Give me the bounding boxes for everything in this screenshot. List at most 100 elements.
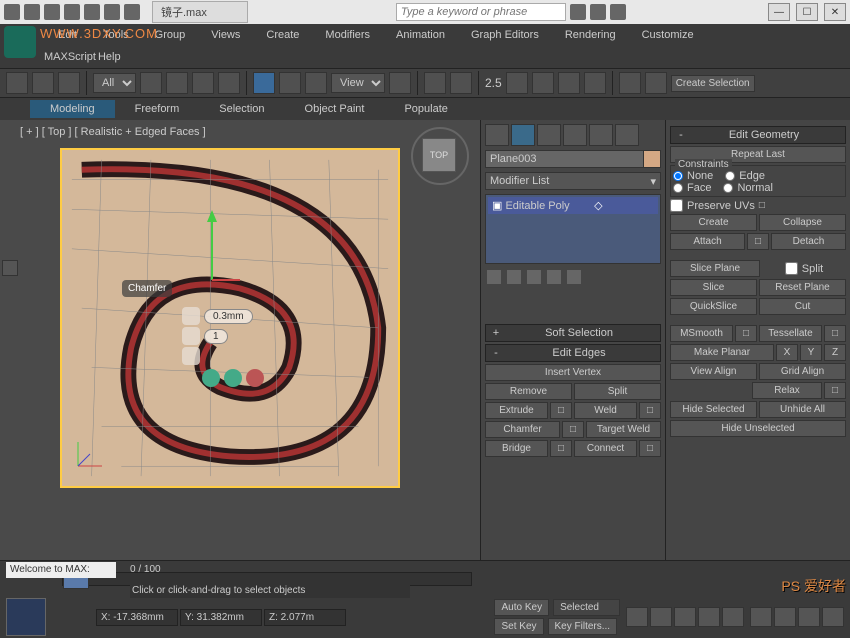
nav-zoom-icon[interactable] [750, 607, 772, 627]
window-crossing-icon[interactable] [218, 72, 240, 94]
configure-sets-icon[interactable] [567, 270, 581, 284]
angle-snap-icon[interactable] [532, 72, 554, 94]
help-icon[interactable] [590, 4, 606, 20]
menu-create[interactable]: Create [254, 26, 311, 44]
motion-tab-icon[interactable] [563, 124, 587, 146]
chamfer-button[interactable]: Chamfer [485, 421, 560, 438]
goto-end-icon[interactable] [722, 607, 744, 627]
reset-plane-button[interactable]: Reset Plane [759, 279, 846, 296]
split-button[interactable]: Split [574, 383, 661, 400]
maximize-button[interactable]: ☐ [796, 3, 818, 21]
snap-toggle-icon[interactable] [506, 72, 528, 94]
coord-y[interactable]: Y: 31.382mm [180, 609, 262, 626]
prev-frame-icon[interactable] [650, 607, 672, 627]
remove-modifier-icon[interactable] [547, 270, 561, 284]
tab-populate[interactable]: Populate [384, 100, 467, 118]
weld-button[interactable]: Weld [574, 402, 637, 419]
modifier-list-dropdown[interactable]: Modifier List▾ [485, 172, 661, 190]
grid-align-button[interactable]: Grid Align [759, 363, 846, 380]
ref-coord-system[interactable]: View [331, 73, 385, 93]
close-button[interactable]: ✕ [824, 3, 846, 21]
save-icon[interactable] [64, 4, 80, 20]
goto-start-icon[interactable] [626, 607, 648, 627]
detach-button[interactable]: Detach [771, 233, 846, 250]
viewcube[interactable]: TOP [410, 126, 470, 186]
viewcube-face[interactable]: TOP [422, 138, 456, 172]
nav-pan-icon[interactable] [774, 607, 796, 627]
constraint-normal[interactable]: Normal [723, 182, 772, 194]
cut-button[interactable]: Cut [759, 298, 846, 315]
tessellate-settings-icon[interactable]: □ [824, 325, 846, 342]
show-end-result-icon[interactable] [507, 270, 521, 284]
search-input[interactable] [396, 3, 566, 21]
open-icon[interactable] [44, 4, 60, 20]
attach-button[interactable]: Attach [670, 233, 745, 250]
attach-list-icon[interactable]: □ [747, 233, 769, 250]
slice-plane-button[interactable]: Slice Plane [670, 260, 760, 277]
app-logo-icon[interactable] [4, 26, 36, 58]
mirror-icon[interactable] [645, 72, 667, 94]
extrude-button[interactable]: Extrude [485, 402, 548, 419]
move-tool-icon[interactable] [253, 72, 275, 94]
constraint-none[interactable]: None [673, 170, 713, 182]
connect-settings-icon[interactable]: □ [639, 440, 661, 457]
preserve-uvs-checkbox[interactable]: Preserve UVs □ [670, 199, 846, 212]
constraint-face[interactable]: Face [673, 182, 711, 194]
connect-button[interactable]: Connect [574, 440, 637, 457]
caddy-cancel-icon[interactable] [246, 369, 264, 387]
bridge-settings-icon[interactable]: □ [550, 440, 572, 457]
caddy-segments-icon[interactable] [182, 327, 200, 345]
rollout-soft-selection[interactable]: +Soft Selection [485, 324, 661, 342]
planar-z-button[interactable]: Z [824, 344, 846, 361]
side-tool-icon[interactable] [2, 260, 18, 276]
next-frame-icon[interactable] [698, 607, 720, 627]
relax-settings-icon[interactable]: □ [824, 382, 846, 399]
chamfer-segments[interactable]: 1 [204, 329, 228, 344]
hide-unselected-button[interactable]: Hide Unselected [670, 420, 846, 437]
menu-modifiers[interactable]: Modifiers [313, 26, 382, 44]
target-weld-button[interactable]: Target Weld [586, 421, 661, 438]
menu-views[interactable]: Views [199, 26, 252, 44]
menu-graph-editors[interactable]: Graph Editors [459, 26, 551, 44]
minimize-button[interactable]: — [768, 3, 790, 21]
nav-max-icon[interactable] [822, 607, 844, 627]
menu-animation[interactable]: Animation [384, 26, 457, 44]
set-key-button[interactable]: Set Key [494, 618, 543, 635]
coord-z[interactable]: Z: 2.077m [264, 609, 346, 626]
spinner-snap-icon[interactable] [584, 72, 606, 94]
new-icon[interactable] [24, 4, 40, 20]
auto-key-button[interactable]: Auto Key [494, 599, 549, 616]
unhide-all-button[interactable]: Unhide All [759, 401, 846, 418]
create-tab-icon[interactable] [485, 124, 509, 146]
menu-rendering[interactable]: Rendering [553, 26, 628, 44]
undo-icon[interactable] [84, 4, 100, 20]
trackbar-thumbnail[interactable] [6, 598, 46, 636]
keyboard-shortcut-icon[interactable] [450, 72, 472, 94]
link-tool-icon[interactable] [6, 72, 28, 94]
modifier-stack[interactable]: ▣ Editable Poly ◇ [485, 194, 661, 264]
create-button[interactable]: Create [670, 214, 757, 231]
planar-y-button[interactable]: Y [800, 344, 822, 361]
rollout-edit-edges[interactable]: -Edit Edges [485, 344, 661, 362]
key-filters-button[interactable]: Key Filters... [548, 618, 618, 635]
scale-tool-icon[interactable] [305, 72, 327, 94]
chamfer-amount[interactable]: 0.3mm [204, 309, 253, 324]
menu-maxscript[interactable]: MAXScript [44, 51, 96, 63]
unlink-tool-icon[interactable] [32, 72, 54, 94]
caddy-option-icon[interactable] [182, 347, 200, 365]
menu-help[interactable]: Help [98, 51, 121, 63]
quickslice-button[interactable]: QuickSlice [670, 298, 757, 315]
caddy-amount-icon[interactable] [182, 307, 200, 325]
constraint-edge[interactable]: Edge [725, 170, 765, 182]
coord-x[interactable]: X: -17.368mm [96, 609, 178, 626]
insert-vertex-button[interactable]: Insert Vertex [485, 364, 661, 381]
menu-customize[interactable]: Customize [630, 26, 706, 44]
lock-selection-icon[interactable] [52, 608, 70, 626]
pivot-icon[interactable] [389, 72, 411, 94]
stack-editable-poly[interactable]: ▣ Editable Poly ◇ [488, 197, 658, 214]
split-checkbox[interactable]: Split [762, 262, 846, 275]
rotate-tool-icon[interactable] [279, 72, 301, 94]
object-name-field[interactable]: Plane003 [485, 150, 661, 168]
relax-button[interactable]: Relax [752, 382, 822, 399]
planar-x-button[interactable]: X [776, 344, 798, 361]
